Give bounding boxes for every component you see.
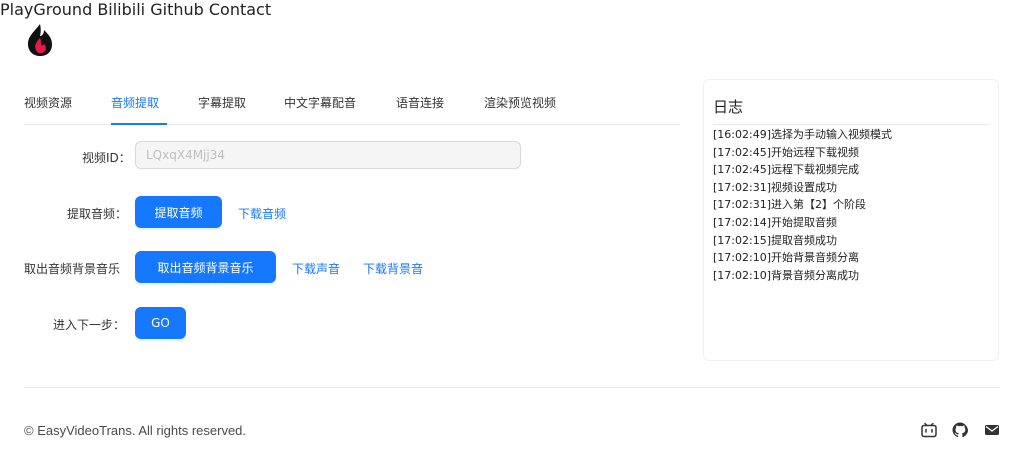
go-button[interactable]: GO: [135, 307, 186, 339]
copyright-text: © EasyVideoTrans. All rights reserved.: [24, 423, 247, 438]
nav-contact[interactable]: Contact: [209, 0, 271, 19]
tab-subtitle-extract[interactable]: 字幕提取: [198, 94, 246, 111]
footer-divider: [24, 387, 1000, 388]
video-id-label: 视频ID：: [82, 151, 131, 165]
tab-voice-connect[interactable]: 语音连接: [396, 94, 444, 111]
bilibili-icon[interactable]: [921, 422, 937, 438]
log-panel: 日志 [16:02:49]选择为手动输入视频模式 [17:02:45]开始远程下…: [703, 79, 999, 361]
log-line: [17:02:45]开始远程下载视频: [713, 145, 859, 159]
log-line: [17:02:45]远程下载视频完成: [713, 163, 859, 177]
step-tabs: 视频资源 音频提取 字幕提取 中文字幕配音 语音连接 渲染预览视频: [24, 84, 680, 125]
log-divider: [713, 124, 989, 125]
download-audio-link[interactable]: 下载音频: [238, 205, 286, 222]
log-line: [17:02:10]开始背景音频分离: [713, 251, 859, 265]
log-line: [17:02:10]背景音频分离成功: [713, 268, 859, 282]
video-id-input[interactable]: LQxqX4Mjj34: [135, 141, 521, 169]
extract-audio-label: 提取音频：: [67, 207, 128, 221]
active-tab-indicator: [111, 123, 167, 125]
log-line: [17:02:15]提取音频成功: [713, 233, 837, 247]
mail-icon[interactable]: [984, 422, 1000, 438]
top-nav: PlayGround Bilibili Github Contact: [0, 0, 1024, 19]
nav-bilibili[interactable]: Bilibili: [97, 0, 145, 19]
log-line: [16:02:49]选择为手动输入视频模式: [713, 128, 892, 141]
tab-video-source[interactable]: 视频资源: [24, 94, 72, 111]
tab-chinese-dubbing[interactable]: 中文字幕配音: [284, 94, 356, 111]
log-lines: [16:02:49]选择为手动输入视频模式 [17:02:45]开始远程下载视频…: [713, 126, 892, 284]
nav-github[interactable]: Github: [150, 0, 204, 19]
extract-bg-music-button[interactable]: 取出音频背景音乐: [135, 251, 276, 283]
download-bg-link[interactable]: 下载背景音: [363, 260, 423, 277]
log-line: [17:02:31]进入第【2】个阶段: [713, 198, 866, 212]
bg-music-label: 取出音频背景音乐: [24, 262, 121, 276]
log-line: [17:02:14]开始提取音频: [713, 215, 837, 229]
next-step-label: 进入下一步：: [53, 318, 126, 332]
app-logo-icon[interactable]: [24, 22, 56, 58]
tab-audio-extract[interactable]: 音频提取: [111, 94, 159, 111]
tab-render-preview[interactable]: 渲染预览视频: [484, 94, 556, 111]
log-title: 日志: [713, 98, 744, 116]
log-line: [17:02:31]视频设置成功: [713, 180, 837, 194]
nav-playground[interactable]: PlayGround: [0, 0, 92, 19]
extract-audio-button[interactable]: 提取音频: [135, 196, 222, 228]
download-voice-link[interactable]: 下载声音: [292, 260, 340, 277]
app-page: PlayGround Bilibili Github Contact 视频资源 …: [0, 0, 1024, 472]
github-icon[interactable]: [952, 422, 968, 438]
